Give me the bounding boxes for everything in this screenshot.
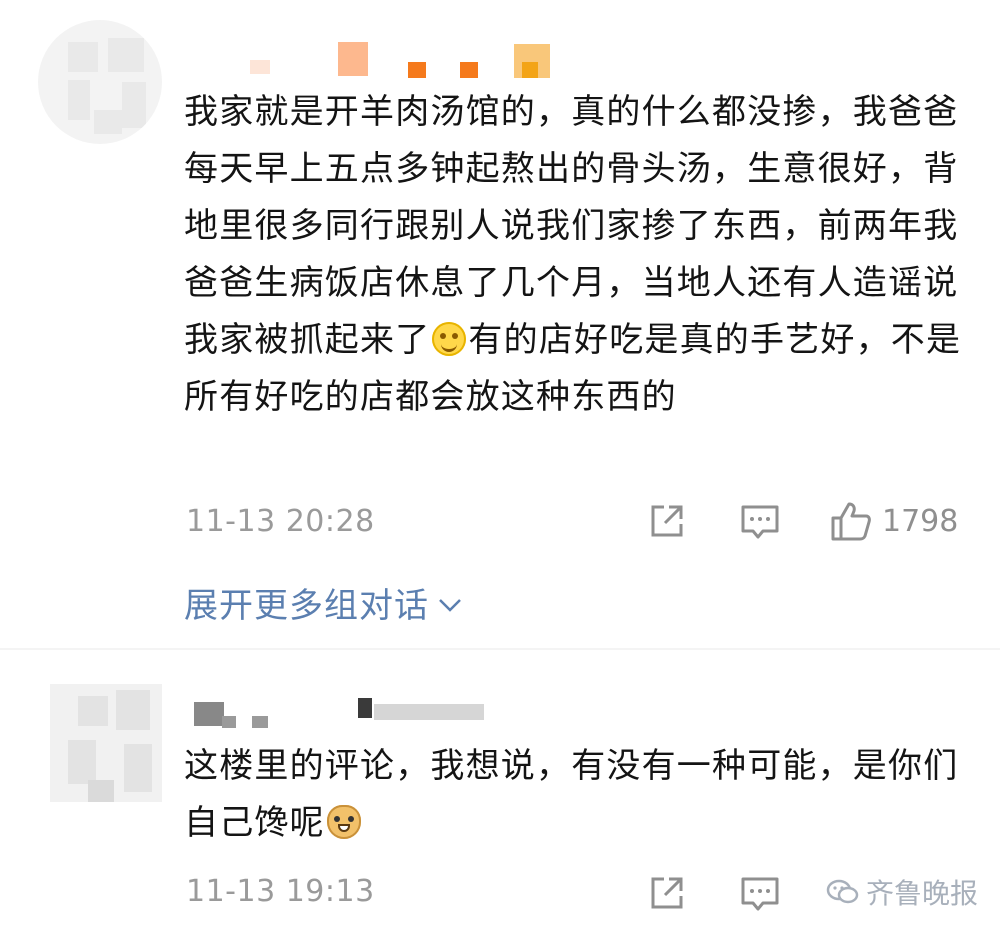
watermark: 齐鲁晚报: [826, 872, 978, 912]
comment-icon: [741, 877, 779, 911]
expand-conversation-link[interactable]: 展开更多组对话: [184, 578, 463, 627]
expand-conversation-label: 展开更多组对话: [184, 586, 429, 626]
comment-icon: [741, 505, 779, 539]
share-button[interactable]: [648, 502, 686, 540]
share-button[interactable]: [648, 874, 686, 912]
comment-text: 我家就是开羊肉汤馆的，真的什么都没掺，我爸爸每天早上五点多钟起熬出的骨头汤，生意…: [184, 84, 964, 426]
comment-button[interactable]: [740, 502, 780, 542]
comment-timestamp: 11-13 19:13: [186, 874, 375, 909]
like-button[interactable]: 1798: [830, 500, 958, 542]
username[interactable]: [186, 698, 486, 738]
watermark-text: 齐鲁晚报: [866, 877, 979, 910]
like-count: 1798: [882, 503, 959, 539]
avatar[interactable]: [50, 684, 162, 802]
doge-emoji-icon: [326, 805, 361, 839]
username[interactable]: [186, 42, 566, 82]
chevron-down-icon: [439, 598, 461, 612]
thumbs-up-icon: [831, 502, 871, 541]
comment-item: 我家就是开羊肉汤馆的，真的什么都没掺，我爸爸每天早上五点多钟起熬出的骨头汤，生意…: [0, 0, 1000, 650]
comment-text-main: 这楼里的评论，我想说，有没有一种可能，是你们自己馋呢: [184, 746, 959, 843]
comment-timestamp: 11-13 20:28: [186, 504, 375, 539]
share-icon: [651, 877, 683, 909]
avatar[interactable]: [38, 20, 162, 144]
comment-text: 这楼里的评论，我想说，有没有一种可能，是你们自己馋呢: [184, 738, 964, 852]
wechat-icon: [826, 879, 859, 904]
share-icon: [651, 505, 683, 537]
smile-emoji-icon: [432, 322, 467, 356]
comment-button[interactable]: [740, 874, 780, 914]
